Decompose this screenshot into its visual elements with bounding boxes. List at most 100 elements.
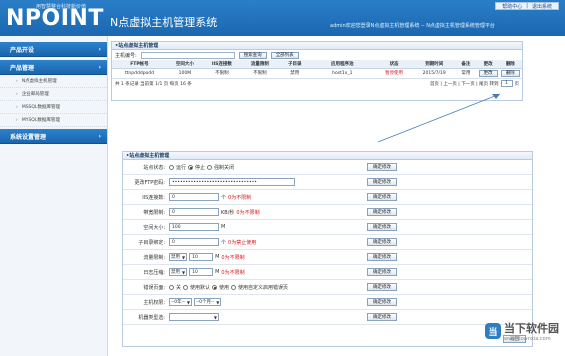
unit-label: 个 <box>221 239 227 246</box>
status-cell: 暂停使用 <box>374 68 415 79</box>
sidebar-item-mssql[interactable]: › MSSQL数据库管理 <box>0 101 107 114</box>
period-select[interactable]: --0个月-- ▼ <box>193 298 222 306</box>
text-input[interactable]: 0 <box>169 193 219 201</box>
column-header: 更改 <box>477 60 499 69</box>
text-input[interactable]: 10 <box>189 253 214 261</box>
field-control: 禁用 ▼ 10 M 0为不限制 <box>169 268 361 276</box>
column-header: IIS连接数 <box>202 60 241 69</box>
confirm-change-button[interactable]: 确定修改 <box>367 208 397 216</box>
column-header: 空间大小 <box>166 60 203 69</box>
select-value: 禁用 <box>171 254 180 260</box>
form-row: 更改FTP密码: ••••••••••••••••••••••••••••••••… <box>123 175 532 190</box>
vhost-edit-panel: •站点虚拟主机管理 站点状态: 运行 停止 强制关闭 确定修改 更改FTP密码: •••••… <box>122 151 533 347</box>
radio-button[interactable] <box>169 164 174 170</box>
confirm-change-button[interactable]: 确定修改 <box>367 313 397 321</box>
radio-button[interactable] <box>188 164 194 170</box>
toggle-select[interactable]: 禁用 ▼ <box>169 268 188 276</box>
confirm-change-button[interactable]: 确定修改 <box>367 238 397 246</box>
pagination: 共 1 条记录 当前第 1/1 页 每页 16 条 首页 | 上一页 | 下一页… <box>112 79 522 89</box>
sidebar-group-label: 产品开设 <box>10 46 35 54</box>
radio-label: 关 <box>176 284 182 291</box>
chevron-right-icon: › <box>98 132 101 140</box>
confirm-change-button[interactable]: 确定修改 <box>367 223 397 231</box>
radio-label: 强制关闭 <box>214 164 235 171</box>
app-pool-cell: host1x_1 <box>310 68 374 79</box>
radio-label: 停止 <box>195 164 206 171</box>
text-input[interactable]: 10 <box>189 268 214 276</box>
page-select[interactable]: 1 <box>500 80 513 87</box>
form-row: 流量限制: 禁用 ▼ 10 M 0为不限制 确定修改 <box>123 250 532 265</box>
sidebar: 产品开设 › 产品管理 › › N点虚拟主机管理 › 企业邮局管理 › MSSQL数据… <box>0 36 108 356</box>
sidebar-item-label: N点虚拟主机管理 <box>21 79 57 84</box>
logout-link[interactable]: 退出系统 <box>532 3 552 10</box>
column-header: 子目录 <box>278 60 311 69</box>
field-control: 运行 停止 强制关闭 <box>169 164 361 171</box>
form-row: 错误页面: 关 使用默认 使用 使用自定义启用错误页 确定修改 <box>123 280 532 295</box>
sidebar-item-label: MSSQL数据库管理 <box>21 105 60 110</box>
ftp-password-input[interactable]: •••••••••••••••••••••••••••••••• <box>169 178 295 186</box>
confirm-change-button[interactable]: 确定修改 <box>367 253 397 261</box>
help-link[interactable]: 帮助中心 <box>502 3 522 10</box>
sidebar-item-mysql[interactable]: › MYSQL数据库管理 <box>0 114 107 127</box>
sidebar-group-product-open[interactable]: 产品开设 › <box>0 42 107 57</box>
text-input[interactable]: 0 <box>169 238 219 246</box>
sidebar-item-vhost[interactable]: › N点虚拟主机管理 <box>0 75 107 88</box>
search-button[interactable]: 搜索查询 <box>238 51 267 59</box>
sidebar-group-system-settings[interactable]: 系统设置管理 › <box>0 129 107 144</box>
confirm-change-button[interactable]: 确定修改 <box>367 178 397 186</box>
search-row: 主机编号: 搜索查询 全部列表 <box>112 50 522 60</box>
sidebar-group-product-manage[interactable]: 产品管理 › <box>0 60 107 75</box>
space-size-cell: 100M <box>166 68 203 79</box>
search-input[interactable] <box>140 51 235 59</box>
edit-cell: 更改 <box>477 68 499 79</box>
field-label: 错误页面: <box>143 284 165 291</box>
radio-label: 使用默认 <box>190 284 211 291</box>
table-row: ttnpdddpodd 100M 不限制 不限制 禁用 host1x_1 暂停使… <box>112 68 522 79</box>
search-label: 主机编号: <box>115 52 137 59</box>
text-input[interactable]: 0 <box>169 208 219 216</box>
app-header: 用智慧整合科技新价值 NPOINT N点虚拟主机管理系统 admin欢迎您登录N… <box>0 0 565 36</box>
radio-button[interactable] <box>212 284 218 290</box>
form-row: 日志压缩: 禁用 ▼ 10 M 0为不限制 确定修改 <box>123 265 532 280</box>
pager-links[interactable]: 首页 | 上一页 | 下一页 | 尾页 转到 <box>430 81 499 87</box>
panel-title: •站点虚拟主机管理 <box>123 152 532 160</box>
radio-button[interactable] <box>207 164 213 170</box>
radio-button[interactable] <box>231 284 237 290</box>
chevron-down-icon: ▼ <box>213 314 217 320</box>
period-select[interactable]: --0年-- ▼ <box>169 298 192 306</box>
form-row: 主机权限: --0年-- ▼ --0个月-- ▼ 确定修改 <box>123 295 532 310</box>
form-rows: 站点状态: 运行 停止 强制关闭 确定修改 更改FTP密码: •••••••••••••••… <box>123 160 532 325</box>
downxia-logo-icon: 当 <box>485 323 501 339</box>
note-cell: 常用 <box>454 68 478 79</box>
record-summary: 共 1 条记录 当前第 1/1 页 每页 16 条 <box>115 81 192 87</box>
confirm-change-button[interactable]: 确定修改 <box>367 163 397 171</box>
all-list-button[interactable]: 全部列表 <box>270 51 299 59</box>
text-input[interactable]: 100 <box>169 223 219 231</box>
vhost-list-panel: •站点虚拟主机管理 主机编号: 搜索查询 全部列表 FTP帐号 空间大小 IIS… <box>111 41 523 101</box>
confirm-change-button[interactable]: 确定修改 <box>367 268 397 276</box>
field-label: 更改FTP密码: <box>134 179 165 186</box>
toggle-select[interactable]: 禁用 ▼ <box>169 253 188 261</box>
sidebar-item-mail[interactable]: › 企业邮局管理 <box>0 88 107 101</box>
edit-button[interactable]: 更改 <box>478 69 498 77</box>
field-control: •••••••••••••••••••••••••••••••• <box>169 178 361 186</box>
delete-button[interactable]: 删除 <box>500 69 520 77</box>
watermark-text: 当下软件园 <box>504 322 559 335</box>
field-label: 主机权限: <box>143 299 165 306</box>
chevron-down-icon: ▼ <box>216 299 220 305</box>
blank-select[interactable]: ▼ <box>169 313 219 321</box>
radio-button[interactable] <box>183 284 189 290</box>
bullet-icon: › <box>16 117 18 123</box>
select-value: 禁用 <box>171 269 180 275</box>
column-header: 应用程序池 <box>310 60 374 69</box>
chevron-down-icon: ▼ <box>182 269 186 275</box>
form-row: 空间大小: 100 M 确定修改 <box>123 220 532 235</box>
confirm-change-button[interactable]: 确定修改 <box>367 193 397 201</box>
confirm-change-button[interactable]: 确定修改 <box>367 283 397 291</box>
radio-button[interactable] <box>169 284 174 290</box>
hint-text: 0为不限制 <box>221 269 245 276</box>
confirm-change-button[interactable]: 确定修改 <box>367 298 397 306</box>
ftp-account-cell: ttnpdddpodd <box>112 68 167 79</box>
sidebar-item-label: 企业邮局管理 <box>21 92 49 97</box>
select-value: --0个月-- <box>195 299 215 305</box>
